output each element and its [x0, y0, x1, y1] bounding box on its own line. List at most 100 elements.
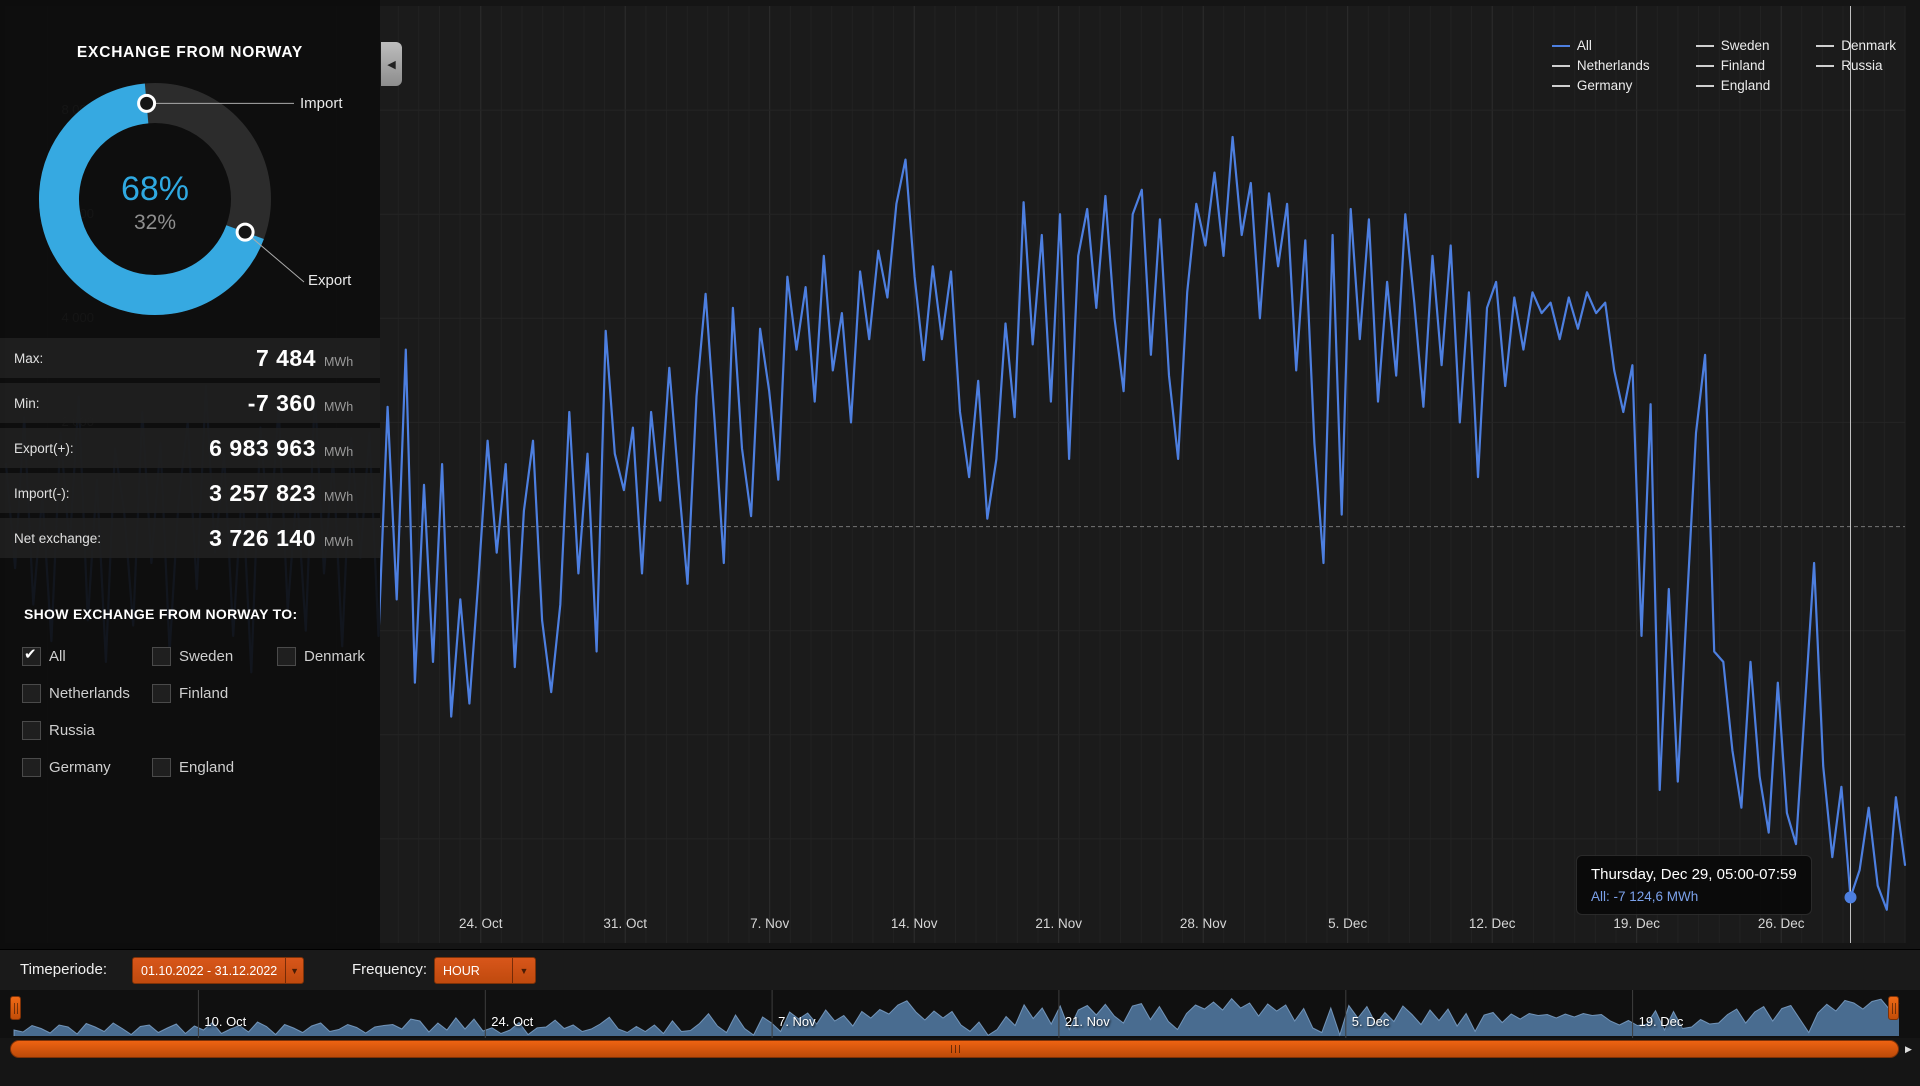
filter-option-sweden[interactable]: Sweden — [152, 647, 277, 666]
navigator-date-label: 5. Dec — [1352, 1014, 1390, 1029]
stat-label: Import(-): — [14, 486, 132, 501]
stat-row: Import(-):3 257 823MWh — [0, 473, 380, 513]
stat-value: 7 484 — [132, 345, 316, 372]
legend-line-icon — [1552, 65, 1570, 67]
timeperiode-label: Timeperiode: — [20, 961, 107, 978]
checkbox-russia[interactable] — [22, 721, 41, 740]
legend-item-all[interactable]: All — [1552, 38, 1650, 53]
checkbox-all[interactable]: ✔ — [22, 647, 41, 666]
tooltip-date: Thursday, Dec 29, 05:00-07:59 — [1591, 866, 1797, 883]
checkbox-finland[interactable] — [152, 684, 171, 703]
legend-line-icon — [1816, 45, 1834, 47]
stat-unit: MWh — [316, 535, 370, 549]
legend-item-england[interactable]: England — [1696, 78, 1771, 93]
panel-title: EXCHANGE FROM NORWAY — [0, 44, 380, 62]
filter-option-label: Germany — [49, 759, 111, 776]
checkbox-denmark[interactable] — [277, 647, 296, 666]
stats-table: Max:7 484MWhMin:-7 360MWhExport(+):6 983… — [0, 338, 380, 558]
filter-option-label: Denmark — [304, 648, 365, 665]
x-axis-label: 24. Oct — [459, 916, 503, 931]
scrollbar-grip-icon — [955, 1045, 956, 1053]
bottom-controls-bar: Timeperiode: 01.10.2022 - 31.12.2022 ▼ F… — [0, 949, 1920, 991]
chart-tooltip: Thursday, Dec 29, 05:00-07:59 All: -7 12… — [1576, 855, 1812, 915]
navigator-right-handle[interactable] — [1888, 996, 1899, 1020]
export-marker — [237, 224, 253, 240]
legend-line-icon — [1816, 65, 1834, 67]
x-axis-label: 31. Oct — [603, 916, 647, 931]
filter-option-all[interactable]: ✔All — [22, 647, 152, 666]
stat-label: Min: — [14, 396, 132, 411]
navigator-date-label: 7. Nov — [778, 1014, 816, 1029]
legend-line-icon — [1696, 85, 1714, 87]
x-axis-label: 28. Nov — [1180, 916, 1227, 931]
x-axis-label: 21. Nov — [1035, 916, 1082, 931]
legend-item-russia[interactable]: Russia — [1816, 58, 1896, 73]
import-marker — [139, 95, 155, 111]
collapse-sidebar-button[interactable]: ◀ — [381, 42, 402, 86]
checkbox-sweden[interactable] — [152, 647, 171, 666]
x-axis-label: 5. Dec — [1328, 916, 1367, 931]
timeline-scrollbar[interactable] — [10, 1040, 1899, 1058]
frequency-select[interactable]: HOUR ▼ — [434, 957, 536, 984]
legend-item-netherlands[interactable]: Netherlands — [1552, 58, 1650, 73]
left-panel: EXCHANGE FROM NORWAY 68% 32% Import Expo… — [0, 0, 380, 949]
timeperiode-select[interactable]: 01.10.2022 - 31.12.2022 ▼ — [132, 957, 304, 984]
checkbox-england[interactable] — [152, 758, 171, 777]
legend-label: Denmark — [1841, 38, 1896, 53]
x-axis-label: 26. Dec — [1758, 916, 1805, 931]
country-filter-group: ✔All Sweden Denmark NetherlandsFinlandRussi… — [22, 638, 365, 786]
filter-option-russia[interactable]: Russia — [22, 721, 152, 740]
legend-label: Russia — [1841, 58, 1882, 73]
checkbox-germany[interactable] — [22, 758, 41, 777]
legend-item-finland[interactable]: Finland — [1696, 58, 1771, 73]
navigator-date-label: 19. Dec — [1639, 1014, 1684, 1029]
stat-value: 3 257 823 — [132, 480, 316, 507]
filter-option-netherlands[interactable]: Netherlands — [22, 684, 152, 703]
scroll-right-arrow-icon[interactable]: ▶ — [1905, 1044, 1912, 1055]
stat-row: Net exchange:3 726 140MWh — [0, 518, 380, 558]
navigator-date-label: 21. Nov — [1065, 1014, 1110, 1029]
check-icon: ✔ — [24, 645, 37, 663]
stat-unit: MWh — [316, 355, 370, 369]
frequency-label: Frequency: — [352, 961, 427, 978]
legend-label: England — [1721, 78, 1771, 93]
dropdown-arrow-icon: ▼ — [512, 958, 535, 983]
legend-item-denmark[interactable]: Denmark — [1816, 38, 1896, 53]
import-label: Import — [300, 95, 343, 112]
navigator-date-label: 10. Oct — [204, 1014, 246, 1029]
stat-value: -7 360 — [132, 390, 316, 417]
legend-line-icon — [1552, 85, 1570, 87]
navigator-series-area — [14, 999, 1899, 1036]
x-axis-label: 7. Nov — [750, 916, 789, 931]
filter-option-finland[interactable]: Finland — [152, 684, 277, 703]
filter-option-england[interactable]: England — [152, 758, 277, 777]
stat-value: 3 726 140 — [132, 525, 316, 552]
navigator-left-handle[interactable] — [10, 996, 21, 1020]
x-axis-label: 14. Nov — [891, 916, 938, 931]
filter-option-denmark[interactable]: Denmark — [277, 647, 365, 666]
legend-line-icon — [1696, 45, 1714, 47]
legend-item-sweden[interactable]: Sweden — [1696, 38, 1771, 53]
checkbox-netherlands[interactable] — [22, 684, 41, 703]
exchange-dashboard: 8 0006 0004 0002 000 24. Oct31. Oct7. No… — [0, 0, 1920, 1086]
tooltip-value: All: -7 124,6 MWh — [1591, 889, 1797, 904]
stat-label: Max: — [14, 351, 132, 366]
filter-heading: SHOW EXCHANGE FROM NORWAY TO: — [24, 606, 297, 622]
legend-label: Sweden — [1721, 38, 1770, 53]
legend-label: Finland — [1721, 58, 1765, 73]
timeline-navigator[interactable]: 10. Oct24. Oct7. Nov21. Nov5. Dec19. Dec — [0, 990, 1920, 1038]
import-percentage: 32% — [75, 211, 235, 235]
filter-option-label: Sweden — [179, 648, 233, 665]
navigator-mini-chart[interactable] — [0, 990, 1920, 1038]
legend-label: Netherlands — [1577, 58, 1650, 73]
legend-label: All — [1577, 38, 1592, 53]
stat-value: 6 983 963 — [132, 435, 316, 462]
legend-line-icon — [1552, 45, 1570, 47]
legend-label: Germany — [1577, 78, 1633, 93]
legend-item-germany[interactable]: Germany — [1552, 78, 1650, 93]
stat-label: Export(+): — [14, 441, 132, 456]
donut-center-text: 68% 32% — [75, 170, 235, 235]
timeperiode-value: 01.10.2022 - 31.12.2022 — [133, 964, 285, 978]
stat-unit: MWh — [316, 445, 370, 459]
filter-option-germany[interactable]: Germany — [22, 758, 152, 777]
